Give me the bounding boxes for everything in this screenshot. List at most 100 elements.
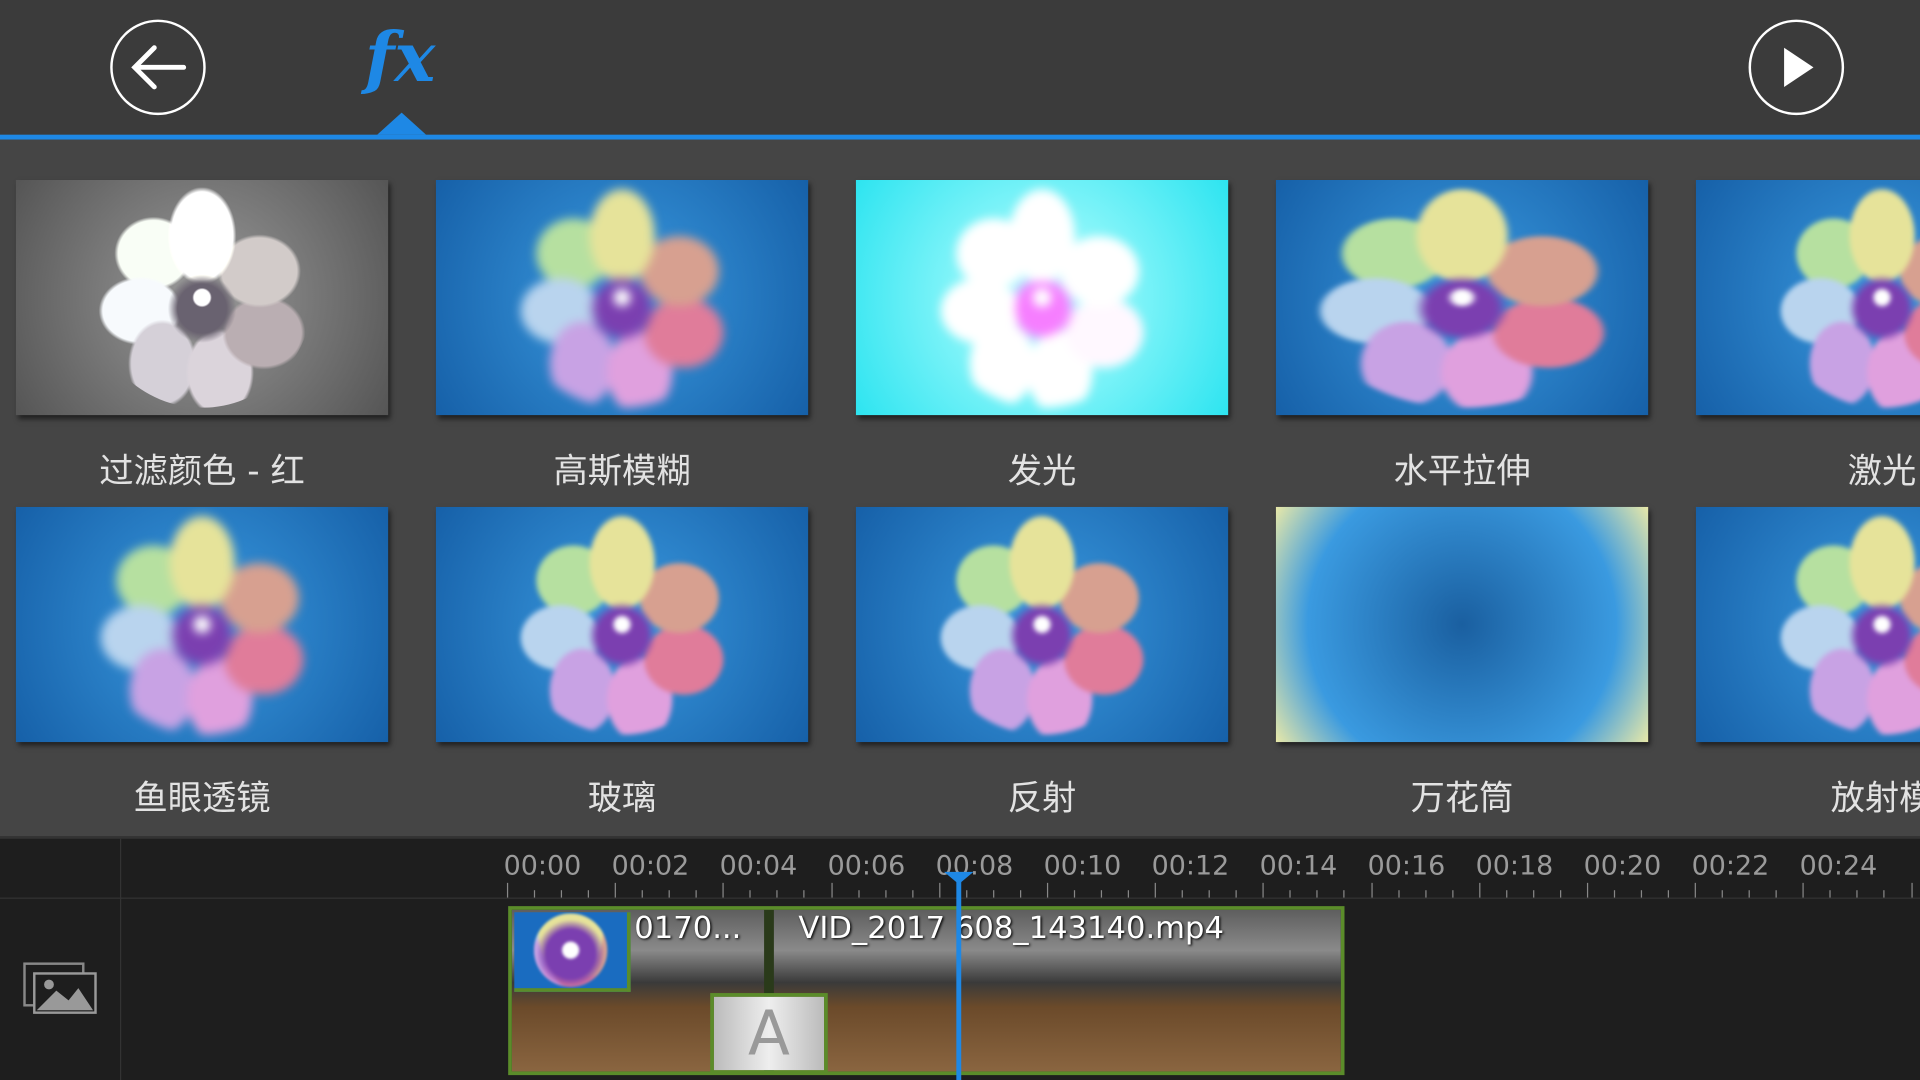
tick-mark <box>1236 890 1237 897</box>
tick-mark <box>1587 883 1588 898</box>
tick-mark <box>1857 890 1858 897</box>
title-clip[interactable]: A <box>710 993 828 1074</box>
tick-mark <box>1398 890 1399 897</box>
media-track-icon[interactable] <box>22 961 98 1015</box>
tick-mark <box>1911 883 1912 898</box>
effect-item[interactable]: 万花筒 <box>1276 507 1648 742</box>
tick-mark <box>534 890 535 897</box>
tick-label: 0 <box>1897 851 1920 882</box>
effect-label: 放射模 <box>1696 771 1920 820</box>
flower-image <box>1772 187 1920 407</box>
tick-mark <box>1128 890 1129 897</box>
effect-item[interactable]: 高斯模糊 <box>436 180 808 415</box>
tick-mark <box>1155 883 1156 898</box>
effect-thumbnail <box>1276 180 1648 415</box>
tick-mark <box>1047 883 1048 898</box>
clip1-label: 0170... <box>634 910 741 946</box>
effect-item[interactable]: 放射模 <box>1696 507 1920 742</box>
tick-mark <box>1263 883 1264 898</box>
tick-mark <box>858 890 859 897</box>
tick-label: 00:02 <box>601 851 699 882</box>
effect-thumbnail <box>1276 507 1648 742</box>
effect-label: 万花筒 <box>1276 771 1648 820</box>
tick-label: 00:24 <box>1789 851 1887 882</box>
tick-mark <box>561 890 562 897</box>
tick-label: 00:18 <box>1465 851 1563 882</box>
tick-mark <box>1614 890 1615 897</box>
effect-thumbnail <box>856 507 1228 742</box>
playhead[interactable] <box>956 879 961 1080</box>
flower-image <box>932 514 1152 734</box>
arrow-left-icon <box>127 43 188 92</box>
tick-mark <box>1317 890 1318 897</box>
tick-label: 00:20 <box>1573 851 1671 882</box>
tick-mark <box>1776 890 1777 897</box>
flower-image <box>512 514 732 734</box>
flower-image <box>1308 187 1617 407</box>
tick-mark <box>1641 890 1642 897</box>
tick-mark <box>885 890 886 897</box>
effect-label: 鱼眼透镜 <box>16 771 388 820</box>
effect-label: 玻璃 <box>436 771 808 820</box>
tick-mark <box>1020 890 1021 897</box>
tick-mark <box>1290 890 1291 897</box>
flower-image <box>1772 514 1920 734</box>
effect-item[interactable]: 鱼眼透镜 <box>16 507 388 742</box>
tick-label: 00:12 <box>1141 851 1239 882</box>
tick-label: 00:16 <box>1357 851 1455 882</box>
effect-item[interactable]: 发光 <box>856 180 1228 415</box>
tick-mark <box>696 890 697 897</box>
clip2-label: VID_2017 608_143140.mp4 <box>798 910 1224 946</box>
tick-label: 00:04 <box>709 851 807 882</box>
tick-mark <box>831 883 832 898</box>
tick-mark <box>1479 883 1480 898</box>
effect-label: 高斯模糊 <box>436 444 808 493</box>
tick-mark <box>1884 890 1885 897</box>
tick-mark <box>1371 883 1372 898</box>
clip-thumbnail-image <box>514 912 630 992</box>
tick-mark <box>1749 890 1750 897</box>
app-screen: fx 过滤颜色 - 红高斯模糊发光水平拉伸激光鱼眼透镜玻璃反射万花筒放射模 00… <box>0 0 1920 1080</box>
tick-label: 00:10 <box>1033 851 1131 882</box>
effect-item[interactable]: 反射 <box>856 507 1228 742</box>
fx-tab[interactable]: fx <box>365 15 435 101</box>
effect-item[interactable]: 激光 <box>1696 180 1920 415</box>
title-clip-label: A <box>748 998 790 1069</box>
tick-mark <box>1533 890 1534 897</box>
tick-label: 00:14 <box>1249 851 1347 882</box>
track-header <box>0 839 121 1080</box>
tick-mark <box>993 890 994 897</box>
effect-thumbnail <box>1696 180 1920 415</box>
tick-mark <box>1722 890 1723 897</box>
effect-label: 过滤颜色 - 红 <box>16 444 388 493</box>
tick-mark <box>507 883 508 898</box>
effect-thumbnail <box>436 180 808 415</box>
tick-mark <box>669 890 670 897</box>
tick-mark <box>1074 890 1075 897</box>
effect-item[interactable]: 过滤颜色 - 红 <box>16 180 388 415</box>
top-bar: fx <box>0 0 1920 135</box>
effect-label: 发光 <box>856 444 1228 493</box>
tick-mark <box>1803 883 1804 898</box>
play-button[interactable] <box>1749 20 1845 116</box>
back-button[interactable] <box>110 20 206 116</box>
effect-thumbnail <box>16 507 388 742</box>
tick-mark <box>1182 890 1183 897</box>
flower-image <box>932 187 1152 407</box>
tick-mark <box>1452 890 1453 897</box>
tick-mark <box>1668 890 1669 897</box>
effect-label: 激光 <box>1696 444 1920 493</box>
effect-item[interactable]: 水平拉伸 <box>1276 180 1648 415</box>
tick-mark <box>1209 890 1210 897</box>
tick-mark <box>615 883 616 898</box>
tick-mark <box>1560 890 1561 897</box>
tick-mark <box>912 890 913 897</box>
tick-label: 00:06 <box>817 851 915 882</box>
tick-label: 00:00 <box>493 851 591 882</box>
tick-mark <box>1344 890 1345 897</box>
tick-mark <box>966 890 967 897</box>
video-clip[interactable]: 0170... VID_2017 608_143140.mp4 A <box>508 906 1344 1075</box>
tick-mark <box>1695 883 1696 898</box>
effect-item[interactable]: 玻璃 <box>436 507 808 742</box>
tick-mark <box>1101 890 1102 897</box>
